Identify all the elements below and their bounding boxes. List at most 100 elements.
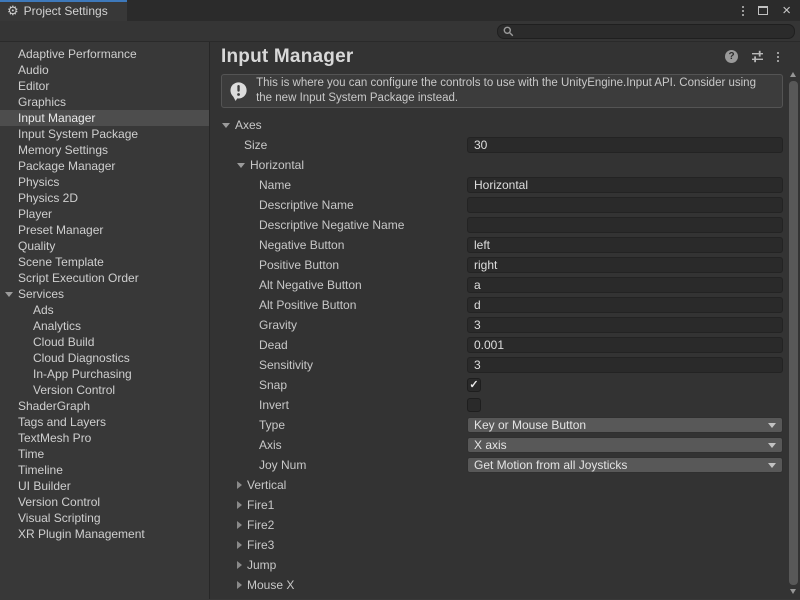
header-icons: ? — [725, 50, 783, 63]
sidebar-item-player[interactable]: Player — [0, 206, 209, 222]
dropdown-joy-num[interactable]: Get Motion from all Joysticks — [467, 457, 783, 473]
property-row-descriptive-name: Descriptive Name — [210, 195, 787, 215]
sidebar-item-label: Timeline — [18, 463, 63, 477]
sidebar-item-preset-manager[interactable]: Preset Manager — [0, 222, 209, 238]
panel-menu-icon[interactable] — [777, 52, 779, 62]
property-label: Sensitivity — [259, 358, 313, 372]
property-label: Name — [259, 178, 291, 192]
foldout-arrow-icon[interactable] — [237, 521, 242, 529]
sidebar-item-graphics[interactable]: Graphics — [0, 94, 209, 110]
gear-icon: ⚙ — [7, 4, 19, 17]
sidebar-item-xr-plugin-management[interactable]: XR Plugin Management — [0, 526, 209, 542]
search-input[interactable] — [497, 24, 795, 39]
property-label: Descriptive Name — [259, 198, 354, 212]
foldout-arrow-icon[interactable] — [237, 541, 242, 549]
sidebar-item-services[interactable]: Services — [0, 286, 209, 302]
scroll-down-icon[interactable] — [790, 589, 796, 594]
sidebar-item-input-manager[interactable]: Input Manager — [0, 110, 209, 126]
sidebar-item-timeline[interactable]: Timeline — [0, 462, 209, 478]
foldout-fire2[interactable]: Fire2 — [210, 515, 787, 535]
foldout-axes[interactable]: Axes — [210, 115, 787, 135]
sidebar-item-quality[interactable]: Quality — [0, 238, 209, 254]
sidebar-item-input-system-package[interactable]: Input System Package — [0, 126, 209, 142]
foldout-arrow-icon[interactable] — [237, 581, 242, 589]
foldout-jump[interactable]: Jump — [210, 555, 787, 575]
field-alt-positive-button[interactable]: d — [467, 297, 783, 313]
field-size[interactable]: 30 — [467, 137, 783, 153]
field-descriptive-name[interactable] — [467, 197, 783, 213]
sidebar-item-label: Version Control — [33, 383, 115, 397]
presets-icon[interactable] — [751, 50, 764, 63]
field-dead[interactable]: 0.001 — [467, 337, 783, 353]
info-box: This is where you can configure the cont… — [221, 74, 783, 108]
field-descriptive-negative-name[interactable] — [467, 217, 783, 233]
sidebar-item-label: XR Plugin Management — [18, 527, 145, 541]
foldout-fire3[interactable]: Fire3 — [210, 535, 787, 555]
help-icon[interactable]: ? — [725, 50, 738, 63]
sidebar-item-cloud-build[interactable]: Cloud Build — [0, 334, 209, 350]
dropdown-value: Key or Mouse Button — [474, 418, 586, 432]
sidebar-item-in-app-purchasing[interactable]: In-App Purchasing — [0, 366, 209, 382]
checkbox-invert[interactable] — [467, 398, 481, 412]
dropdown-type[interactable]: Key or Mouse Button — [467, 417, 783, 433]
sidebar-item-tags-and-layers[interactable]: Tags and Layers — [0, 414, 209, 430]
foldout-horizontal[interactable]: Horizontal — [210, 155, 787, 175]
sidebar-item-physics-2d[interactable]: Physics 2D — [0, 190, 209, 206]
field-name[interactable]: Horizontal — [467, 177, 783, 193]
tab-project-settings[interactable]: ⚙ Project Settings — [0, 0, 127, 21]
sidebar-list: Adaptive PerformanceAudioEditorGraphicsI… — [0, 46, 209, 542]
foldout-vertical[interactable]: Vertical — [210, 475, 787, 495]
sidebar-item-visual-scripting[interactable]: Visual Scripting — [0, 510, 209, 526]
sidebar-item-scene-template[interactable]: Scene Template — [0, 254, 209, 270]
sidebar-item-analytics[interactable]: Analytics — [0, 318, 209, 334]
sidebar-item-adaptive-performance[interactable]: Adaptive Performance — [0, 46, 209, 62]
maximize-icon[interactable] — [758, 6, 768, 15]
property-label: Alt Positive Button — [259, 298, 356, 312]
sidebar-item-label: Cloud Diagnostics — [33, 351, 130, 365]
sidebar-item-cloud-diagnostics[interactable]: Cloud Diagnostics — [0, 350, 209, 366]
dropdown-axis[interactable]: X axis — [467, 437, 783, 453]
toolbar — [0, 21, 800, 42]
info-text: This is where you can configure the cont… — [256, 76, 774, 106]
foldout-arrow-icon[interactable] — [237, 501, 242, 509]
foldout-fire1[interactable]: Fire1 — [210, 495, 787, 515]
property-label: Descriptive Negative Name — [259, 218, 404, 232]
sidebar-item-script-execution-order[interactable]: Script Execution Order — [0, 270, 209, 286]
window-menu-icon[interactable] — [742, 6, 744, 16]
foldout-arrow-icon[interactable] — [237, 481, 242, 489]
field-alt-negative-button[interactable]: a — [467, 277, 783, 293]
sidebar-item-shadergraph[interactable]: ShaderGraph — [0, 398, 209, 414]
scrollbar-thumb[interactable] — [789, 81, 798, 585]
foldout-mouse-x[interactable]: Mouse X — [210, 575, 787, 595]
close-icon[interactable]: × — [782, 3, 791, 18]
field-negative-button[interactable]: left — [467, 237, 783, 253]
sidebar-item-version-control[interactable]: Version Control — [0, 382, 209, 398]
sidebar-item-label: Input System Package — [18, 127, 138, 141]
sidebar-item-time[interactable]: Time — [0, 446, 209, 462]
sidebar-item-label: Cloud Build — [33, 335, 94, 349]
field-sensitivity[interactable]: 3 — [467, 357, 783, 373]
sidebar-item-package-manager[interactable]: Package Manager — [0, 158, 209, 174]
foldout-arrow-icon[interactable] — [237, 163, 245, 168]
scroll-up-icon[interactable] — [790, 72, 796, 77]
field-positive-button[interactable]: right — [467, 257, 783, 273]
sidebar-item-physics[interactable]: Physics — [0, 174, 209, 190]
foldout-arrow-icon[interactable] — [5, 292, 13, 297]
property-row-name: Name Horizontal — [210, 175, 787, 195]
sidebar-item-audio[interactable]: Audio — [0, 62, 209, 78]
checkbox-snap[interactable]: ✓ — [467, 378, 481, 392]
foldout-arrow-icon[interactable] — [237, 561, 242, 569]
property-label: Positive Button — [259, 258, 339, 272]
sidebar-item-version-control[interactable]: Version Control — [0, 494, 209, 510]
sidebar-item-ui-builder[interactable]: UI Builder — [0, 478, 209, 494]
property-label: Invert — [259, 398, 289, 412]
sidebar-item-textmesh-pro[interactable]: TextMesh Pro — [0, 430, 209, 446]
sidebar-item-ads[interactable]: Ads — [0, 302, 209, 318]
sidebar-item-label: ShaderGraph — [18, 399, 90, 413]
vertical-scrollbar[interactable] — [787, 67, 800, 599]
field-gravity[interactable]: 3 — [467, 317, 783, 333]
sidebar-item-memory-settings[interactable]: Memory Settings — [0, 142, 209, 158]
sidebar-item-editor[interactable]: Editor — [0, 78, 209, 94]
property-row-joy-num: Joy NumGet Motion from all Joysticks — [210, 455, 787, 475]
foldout-arrow-icon[interactable] — [222, 123, 230, 128]
